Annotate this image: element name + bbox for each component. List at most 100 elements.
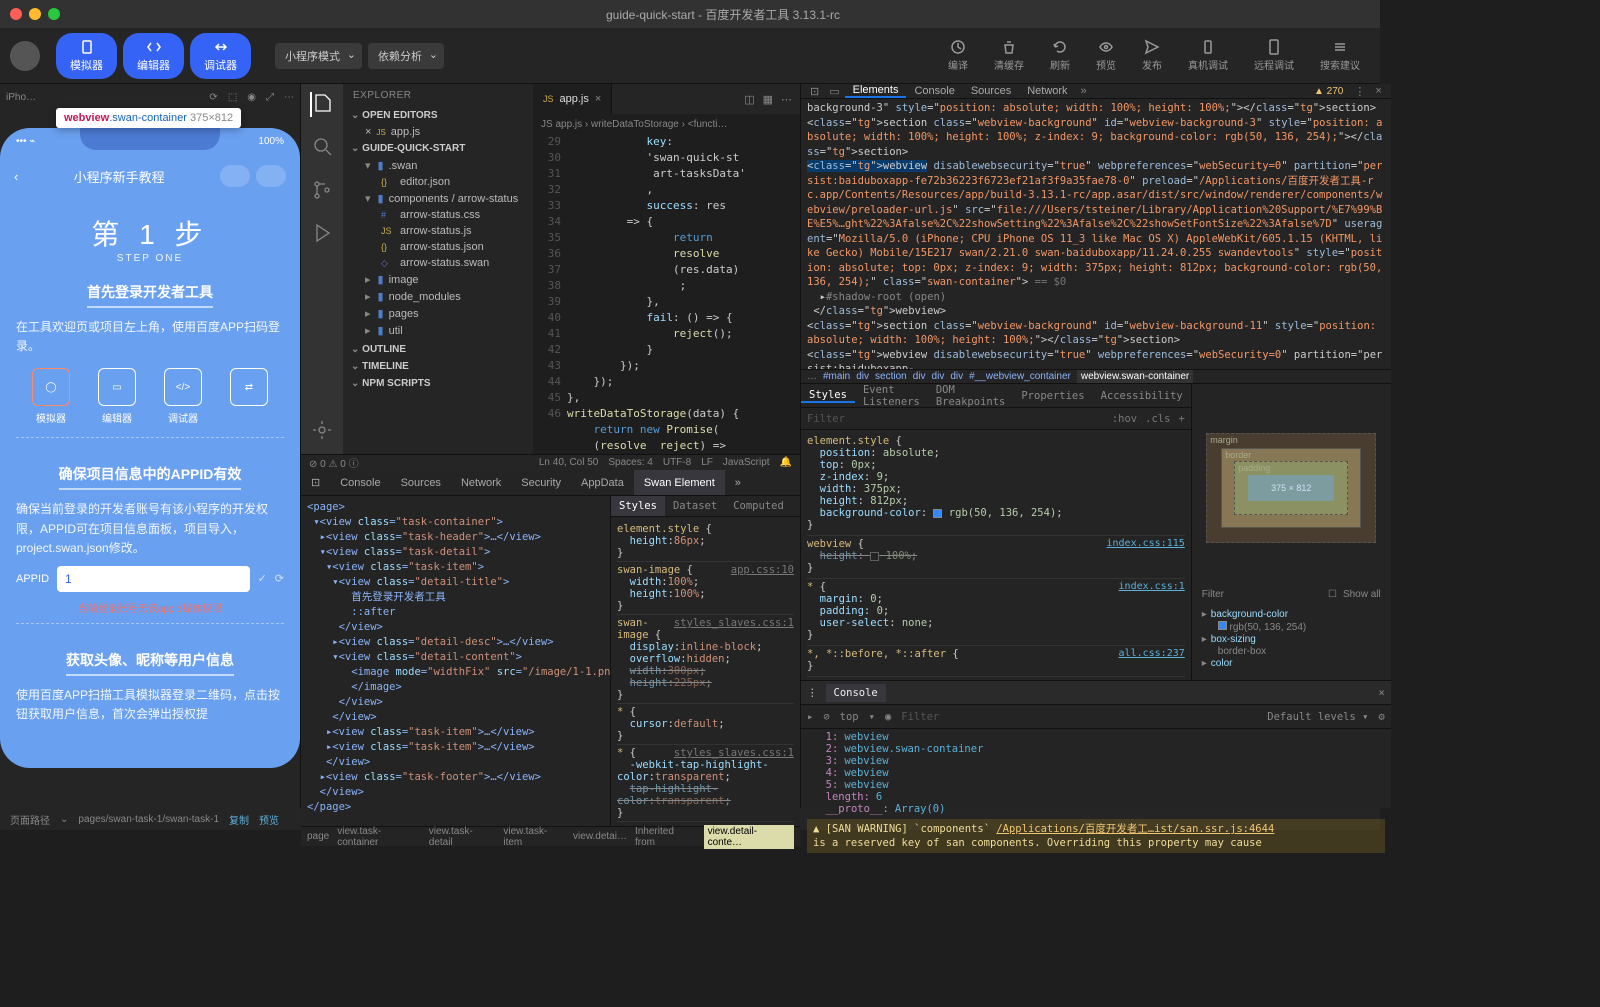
pill-editor[interactable]: 编辑器 [123,33,184,79]
appid-input[interactable]: 1 [57,566,250,592]
kebab-icon[interactable]: ⋮ [1349,85,1370,98]
file-item[interactable]: {}editor.json [343,174,533,190]
close-icon[interactable]: × [595,93,601,105]
close-icon[interactable]: × [365,126,371,138]
gear-icon[interactable]: ⚙ [1378,711,1384,723]
tb-publish[interactable]: 发布 [1132,39,1172,72]
tab-network[interactable]: Network [1019,84,1075,98]
inherited-chip[interactable]: view.detail-conte… [704,825,794,849]
project-hdr[interactable]: GUIDE-QUICK-START [343,140,533,157]
eye-icon[interactable]: ◉ [885,711,891,723]
cube-icon[interactable]: ⬚ [228,92,237,103]
clear-icon[interactable]: ⊘ [823,711,829,723]
kebab-icon[interactable]: ⋮ [807,687,818,699]
levels-select[interactable]: Default levels ▾ [1267,711,1368,723]
file-item[interactable]: ◇arrow-status.swan [343,255,533,271]
console-tab[interactable]: Console [826,684,886,702]
elements-panel[interactable]: background-3" style="position: absolute;… [801,99,1391,369]
phone-frame[interactable]: ••• ⌁ 11:38 100% ‹ 小程序新手教程 第 1 步 STEP ON… [0,128,300,768]
cursor-pos[interactable]: Ln 40, Col 50 [539,457,599,468]
elements-crumbs[interactable]: … #main div section div div div #__webvi… [801,369,1391,384]
files-icon[interactable] [310,92,334,117]
filter-input[interactable]: Filter [807,413,1106,425]
style-rules[interactable]: element.style { position: absolute; top:… [801,430,1191,680]
swan-crumbs[interactable]: page view.task-container view.task-detai… [301,826,800,846]
swan-tab-selected[interactable]: Swan Element [634,470,725,495]
st-props[interactable]: Properties [1013,390,1092,402]
tab-elements[interactable]: Elements [845,84,907,98]
device-name[interactable]: iPho… [6,92,36,103]
chevron-down-icon[interactable]: ▾ [869,711,875,723]
expand-icon[interactable]: ⤢ [266,92,274,103]
encoding[interactable]: UTF-8 [663,457,691,468]
folder-item[interactable]: ▮ pages [343,305,533,322]
tb-device-debug[interactable]: 真机调试 [1178,39,1238,72]
console-output[interactable]: 1: webview 2: webview.swan-container 3: … [801,729,1391,855]
st-dom[interactable]: DOM Breakpoints [928,384,1014,408]
minimize-window-icon[interactable] [29,8,41,20]
scm-icon[interactable] [311,178,333,203]
dataset-tab[interactable]: Dataset [665,496,725,516]
debug-activity-icon[interactable] [311,221,333,246]
swan-tab[interactable]: Network [451,470,511,495]
cls-toggle[interactable]: .cls [1145,413,1170,425]
styles-tab[interactable]: Styles [611,496,665,516]
capsule-menu-icon[interactable] [220,165,250,187]
bell-icon[interactable]: 🔔 [780,457,792,468]
timeline-hdr[interactable]: TIMELINE [343,358,533,375]
swan-tab[interactable]: Sources [391,470,451,495]
hov-toggle[interactable]: :hov [1112,413,1137,425]
tb-compile[interactable]: 编译 [938,39,978,72]
box-model[interactable]: margin border padding 375 × 812 [1206,433,1376,543]
scope-select[interactable]: top [840,711,859,723]
swan-tab[interactable]: Console [330,470,390,495]
breadcrumb[interactable]: JS app.js › writeDataToStorage › <functi… [533,114,800,134]
outline-hdr[interactable]: OUTLINE [343,341,533,358]
eol[interactable]: LF [701,457,713,468]
more-icon[interactable]: ⋯ [284,92,294,103]
layout-icon[interactable]: ▦ [763,93,773,106]
rotate-icon[interactable]: ⟳ [209,92,217,103]
st-events[interactable]: Event Listeners [855,384,928,408]
route-path[interactable]: pages/swan-task-1/swan-task-1 [78,814,219,825]
more-icon[interactable]: » [725,470,751,495]
npm-hdr[interactable]: NPM SCRIPTS [343,375,533,392]
open-editors-hdr[interactable]: OPEN EDITORS [343,107,533,124]
copy-button[interactable]: 复制 [229,812,249,827]
swan-dom-tree[interactable]: <page> ▾<view class="task-container"> ▸<… [301,496,610,826]
file-item[interactable]: {}arrow-status.json [343,239,533,255]
file-item[interactable]: JSarrow-status.js [343,223,533,239]
computed-list[interactable]: background-color rgb(50, 136, 254)box-si… [1202,608,1381,670]
folder-item[interactable]: ▮ .swan [343,157,533,174]
tb-clear-cache[interactable]: 清缓存 [984,39,1034,72]
folder-item[interactable]: ▮ components / arrow-status [343,190,533,207]
check-icon[interactable]: ✓ [258,572,267,585]
folder-item[interactable]: ▮ util [343,322,533,339]
window-controls[interactable] [10,8,60,20]
st-styles[interactable]: Styles [801,389,855,403]
avatar[interactable] [10,41,40,71]
file-item[interactable]: #arrow-status.css [343,207,533,223]
camera-icon[interactable]: ◉ [247,92,256,103]
device-toggle-icon[interactable]: ▭ [824,85,844,98]
close-window-icon[interactable] [10,8,22,20]
pill-simulator[interactable]: 模拟器 [56,33,117,79]
close-icon[interactable]: × [1378,687,1384,699]
tb-remote-debug[interactable]: 远程调试 [1244,39,1304,72]
tab-sources[interactable]: Sources [963,84,1019,98]
editor-tab[interactable]: JS app.js × [533,84,612,114]
lang[interactable]: JavaScript [723,457,770,468]
tb-refresh[interactable]: 刷新 [1040,39,1080,72]
tb-preview[interactable]: 预览 [1086,39,1126,72]
mode-select[interactable]: 小程序模式 [275,43,362,69]
split-icon[interactable]: ◫ [744,93,754,106]
more-tabs-icon[interactable]: » [1076,85,1092,97]
gear-icon[interactable] [311,419,333,444]
pill-debugger[interactable]: 调试器 [190,33,251,79]
more-icon[interactable]: ⋯ [781,93,792,106]
reload-icon[interactable]: ⟳ [275,572,284,585]
show-all-checkbox[interactable]: ☐ [1328,589,1337,600]
open-editor-item[interactable]: × JS app.js [343,124,533,140]
search-icon[interactable] [311,135,333,160]
folder-item[interactable]: ▮ node_modules [343,288,533,305]
